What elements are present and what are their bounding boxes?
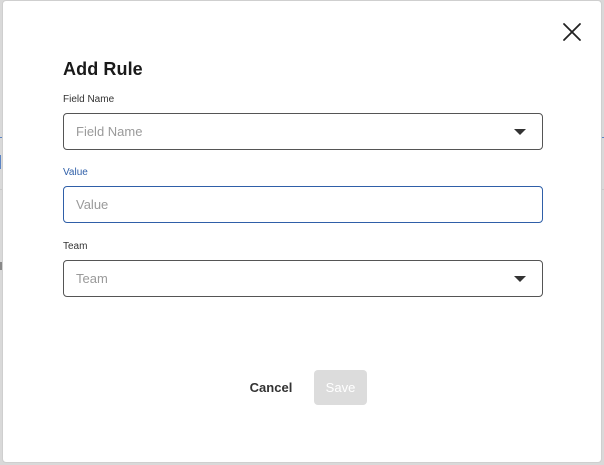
add-rule-dialog: Add Rule Field Name Field Name Value Val… — [2, 0, 602, 463]
value-placeholder: Value — [76, 197, 109, 212]
team-select[interactable]: Team — [63, 260, 543, 297]
save-button[interactable]: Save — [314, 370, 367, 405]
value-label: Value — [63, 167, 88, 178]
chevron-down-icon — [514, 129, 526, 135]
cancel-button[interactable]: Cancel — [243, 370, 299, 404]
value-input[interactable]: Value — [63, 186, 543, 223]
field-name-select[interactable]: Field Name — [63, 113, 543, 150]
chevron-down-icon — [514, 276, 526, 282]
close-icon — [563, 23, 581, 41]
team-label: Team — [63, 241, 88, 252]
field-name-placeholder: Field Name — [76, 124, 143, 139]
team-placeholder: Team — [76, 271, 108, 286]
close-button[interactable] — [561, 21, 583, 43]
dialog-title: Add Rule — [63, 59, 143, 79]
field-name-label: Field Name — [63, 94, 115, 105]
